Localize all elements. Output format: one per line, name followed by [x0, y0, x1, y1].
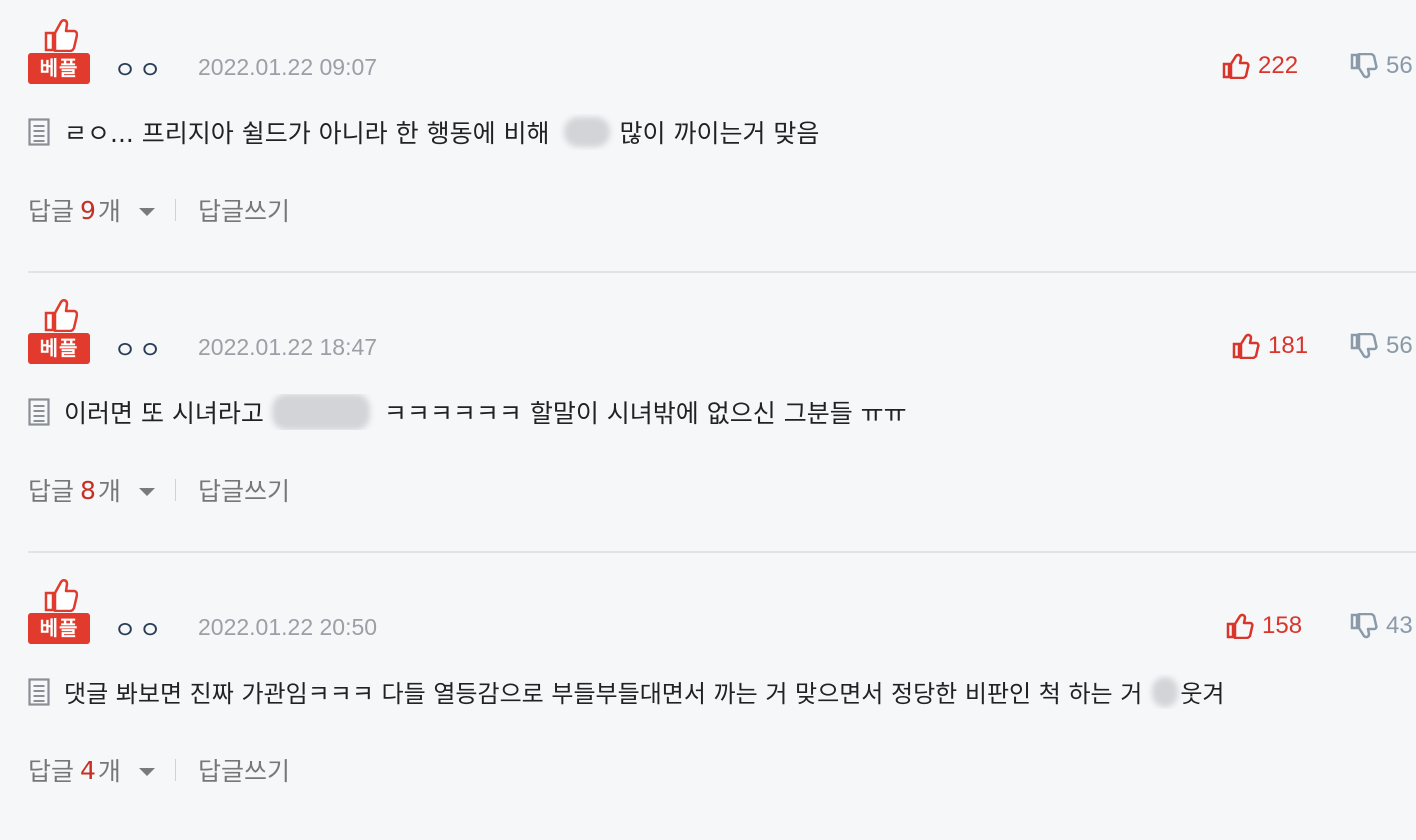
like-icon [1222, 53, 1250, 79]
thumbs-up-icon [44, 299, 78, 332]
chevron-down-icon [138, 488, 155, 496]
best-comment-badge: 베플 [28, 298, 92, 366]
reply-label: 답글 [28, 757, 75, 786]
comment-text-part: 많이 까이는거 맞음 [619, 119, 820, 148]
reply-count: 4 [80, 755, 96, 785]
dislike-button[interactable]: 56 [1350, 50, 1413, 82]
censored-text [563, 117, 610, 147]
write-reply-button[interactable]: 답글쓰기 [198, 192, 290, 228]
best-comment-badge: 베플 [28, 578, 92, 646]
comment-text-part: ㅋㅋㅋㅋㅋㅋ 할말이 시녀밖에 없으신 그분들 ㅠㅠ [383, 399, 907, 428]
divider [174, 199, 176, 221]
author-nickname[interactable]: ㅇㅇ [114, 50, 164, 85]
thumbs-up-icon [44, 579, 78, 612]
reply-label: 답글 [28, 197, 75, 226]
chevron-down-icon [138, 208, 155, 216]
like-count: 181 [1268, 332, 1309, 359]
like-icon [1226, 613, 1254, 639]
document-icon [28, 118, 50, 146]
dislike-icon [1350, 333, 1378, 359]
reply-label: 답글 [28, 477, 75, 506]
dislike-count: 56 [1386, 332, 1413, 359]
dislike-count: 43 [1386, 612, 1413, 639]
reply-toggle[interactable]: 답글 4개 [28, 752, 155, 788]
write-reply-button[interactable]: 답글쓰기 [198, 752, 290, 788]
dislike-button[interactable]: 56 [1350, 330, 1413, 362]
document-icon [28, 677, 50, 706]
write-reply-button[interactable]: 답글쓰기 [198, 472, 290, 508]
author-nickname[interactable]: ㅇㅇ [114, 330, 164, 365]
comment-text-part: 웃겨 [1180, 680, 1225, 708]
reply-count: 8 [80, 475, 96, 505]
chevron-down-icon [138, 768, 155, 776]
dislike-icon [1350, 613, 1378, 639]
divider [174, 479, 176, 501]
like-button[interactable]: 222 [1222, 50, 1298, 82]
reply-toggle[interactable]: 답글 8개 [28, 472, 155, 508]
comment-date: 2022.01.22 18:47 [198, 334, 378, 360]
censored-text [1152, 676, 1179, 707]
comment-text: 댓글 봐보면 진짜 가관임ㅋㅋㅋ 다들 열등감으로 부들부들대면서 까는 거 맞… [28, 674, 1416, 709]
dislike-icon [1350, 53, 1378, 79]
comment-text: ㄹㅇ... 프리지아 쉴드가 아니라 한 행동에 비해 많이 까이는거 맞음 [28, 114, 1416, 150]
comment-text: 이러면 또 시녀라고 ㅋㅋㅋㅋㅋㅋ 할말이 시녀밖에 없으신 그분들 ㅠㅠ [28, 394, 1416, 430]
reply-toggle[interactable]: 답글 9개 [28, 192, 155, 228]
comment-divider [28, 551, 1416, 553]
like-icon [1232, 333, 1260, 359]
divider [174, 759, 176, 781]
reply-count: 9 [80, 195, 96, 225]
best-comment-badge: 베플 [28, 18, 92, 86]
best-label: 베플 [28, 333, 90, 364]
like-count: 158 [1262, 612, 1303, 639]
censored-text [271, 394, 370, 430]
thumbs-up-icon [44, 19, 78, 52]
comment-text-part: 이러면 또 시녀라고 [64, 399, 264, 428]
comment-item: 베플 ㅇㅇ 2022.01.22 18:47 181 56 이러면 또 시녀라고… [0, 280, 1416, 560]
best-label: 베플 [28, 613, 90, 644]
document-icon [28, 398, 50, 426]
comment-date: 2022.01.22 20:50 [198, 614, 378, 640]
best-label: 베플 [28, 53, 90, 84]
like-button[interactable]: 181 [1232, 330, 1308, 362]
reply-row: 답글 9개 답글쓰기 [28, 192, 290, 228]
author-nickname[interactable]: ㅇㅇ [114, 610, 164, 645]
comment-text-part: 댓글 봐보면 진짜 가관임ㅋㅋㅋ 다들 열등감으로 부들부들대면서 까는 거 맞… [64, 680, 1143, 708]
comment-item: 베플 ㅇㅇ 2022.01.22 20:50 158 43 댓글 봐보면 진짜 … [0, 560, 1416, 840]
like-count: 222 [1258, 52, 1299, 79]
dislike-button[interactable]: 43 [1350, 610, 1413, 642]
reply-unit: 개 [97, 757, 121, 786]
comment-date: 2022.01.22 09:07 [198, 54, 378, 80]
comment-item: 베플 ㅇㅇ 2022.01.22 09:07 222 56 ㄹㅇ... 프리지아… [0, 0, 1416, 280]
reply-unit: 개 [97, 197, 121, 226]
comment-text-part: ㄹㅇ... 프리지아 쉴드가 아니라 한 행동에 비해 [64, 119, 550, 148]
reply-row: 답글 8개 답글쓰기 [28, 472, 290, 508]
reply-unit: 개 [97, 477, 121, 506]
comment-divider [28, 271, 1416, 273]
like-button[interactable]: 158 [1226, 610, 1302, 642]
reply-row: 답글 4개 답글쓰기 [28, 752, 290, 788]
dislike-count: 56 [1386, 52, 1413, 79]
